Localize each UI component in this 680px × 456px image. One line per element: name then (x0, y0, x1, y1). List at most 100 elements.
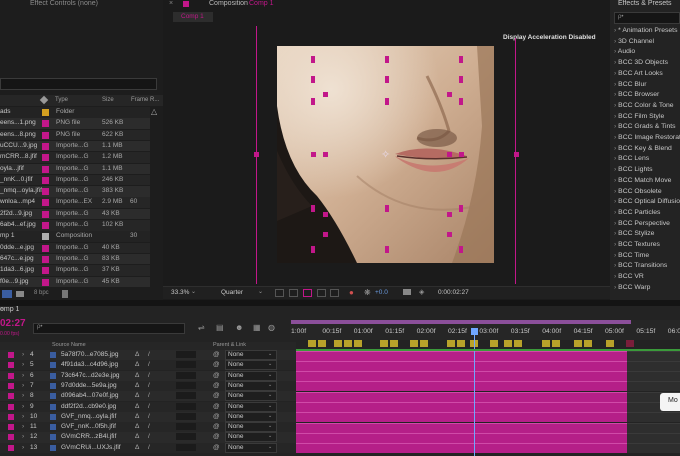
effect-controls-tab[interactable]: Effect Controls (none) (30, 0, 98, 7)
snapshot-icon[interactable] (403, 289, 411, 295)
chevron-right-icon[interactable]: › (22, 382, 24, 389)
layer-label-color[interactable] (8, 393, 14, 400)
transform-handle-point[interactable] (323, 212, 328, 217)
project-row[interactable]: 2f2d...9.jpg Importe...G 43 KB (0, 208, 150, 220)
layer-label-color[interactable] (8, 403, 14, 410)
project-row[interactable]: _nmq...oyla.jfif Importe...G 383 KB (0, 186, 150, 197)
effect-category[interactable]: › BCC Stylize (614, 230, 680, 237)
layer-label-color[interactable] (8, 372, 14, 379)
color-channel-icon[interactable]: ● (349, 288, 354, 297)
keyframe-marker[interactable] (514, 340, 522, 347)
timeline-timecode[interactable]: 02:27 (0, 318, 26, 329)
project-row[interactable]: wnloa...mp4 Importe...EX 2.9 MB 60 (0, 197, 150, 208)
quality-switch-icon[interactable]: / (148, 372, 150, 379)
effect-category[interactable]: › BCC VR (614, 273, 680, 280)
pickwhip-icon[interactable]: @ (213, 423, 220, 430)
effect-category[interactable]: › BCC Warp (614, 284, 680, 291)
layer-label-color[interactable] (8, 352, 14, 358)
effect-category[interactable]: › BCC Film Style (614, 113, 680, 120)
pickwhip-icon[interactable]: @ (213, 382, 220, 389)
transform-handle[interactable] (385, 56, 389, 63)
layer-source-name[interactable]: 5a78f70...e7085.jpg (61, 351, 118, 358)
comp-subtab[interactable]: Comp 1 (173, 12, 213, 22)
shy-switch-icon[interactable]: Δ (135, 351, 139, 358)
transform-handle[interactable] (459, 98, 463, 105)
mask-visibility-icon[interactable] (303, 289, 312, 297)
transform-handle-point[interactable] (323, 92, 328, 97)
keyframe-marker[interactable] (606, 340, 614, 347)
effect-category[interactable]: › BCC Art Looks (614, 70, 680, 77)
effect-category[interactable]: › BCC Blur (614, 81, 680, 88)
switches-box[interactable] (176, 371, 196, 379)
comp-flowchart-icon[interactable]: ⇌ (198, 323, 205, 332)
keyframe-marker[interactable] (626, 340, 634, 347)
quality-switch-icon[interactable]: / (148, 433, 150, 440)
shy-switch-icon[interactable]: Δ (135, 392, 139, 399)
transform-handle-point[interactable] (514, 152, 519, 157)
switches-box[interactable] (176, 381, 196, 389)
effect-category[interactable]: › BCC Obsolete (614, 188, 680, 195)
layer-row[interactable]: › 5 4f91da3...c4d96.jpg Δ / @ None ⌄ (0, 360, 296, 371)
timeline-tab[interactable]: omp 1 (0, 306, 19, 313)
keyframe-marker[interactable] (390, 340, 398, 347)
label-swatch[interactable] (42, 244, 49, 252)
transform-handle[interactable] (385, 246, 389, 253)
project-row[interactable]: 1da3...6.jpg Importe...G 37 KB (0, 265, 150, 276)
pickwhip-icon[interactable]: @ (213, 361, 220, 368)
shy-switch-icon[interactable]: Δ (135, 413, 139, 420)
quality-switch-icon[interactable]: / (148, 361, 150, 368)
project-search-bar[interactable] (0, 78, 157, 90)
label-swatch[interactable] (42, 188, 49, 196)
effects-search-input[interactable]: ρ• (614, 12, 680, 24)
layer-duration-bar[interactable] (296, 381, 627, 392)
work-area-bar[interactable] (291, 320, 631, 324)
viewer-timecode[interactable]: 0:00:02:27 (438, 289, 469, 296)
label-swatch[interactable] (42, 267, 49, 275)
effect-category[interactable]: › BCC Perspective (614, 220, 680, 227)
shy-switch-icon[interactable]: Δ (135, 444, 139, 451)
shy-icon[interactable]: ☻ (235, 323, 243, 332)
project-row[interactable]: mCRR...8.jfif Importe...G 1.2 MB (0, 152, 150, 163)
keyframe-marker[interactable] (574, 340, 582, 347)
switches-box[interactable] (176, 361, 196, 369)
layer-row[interactable]: › 7 97d0dde...5e9a.jpg Δ / @ None ⌄ (0, 380, 296, 392)
effect-category[interactable]: › Audio (614, 48, 680, 55)
effect-category[interactable]: › BCC Textures (614, 241, 680, 248)
switches-box[interactable] (176, 402, 196, 410)
chevron-right-icon[interactable]: › (22, 372, 24, 379)
trash-icon[interactable] (62, 290, 68, 298)
layer-duration-bar[interactable] (296, 391, 627, 402)
effect-category[interactable]: › * Animation Presets (614, 27, 680, 34)
shy-switch-icon[interactable]: Δ (135, 433, 139, 440)
layer-duration-bar[interactable] (296, 360, 627, 371)
quality-switch-icon[interactable]: / (148, 351, 150, 358)
keyframe-marker[interactable] (318, 340, 326, 347)
label-swatch[interactable] (42, 131, 49, 139)
pickwhip-icon[interactable]: @ (213, 351, 220, 358)
pickwhip-icon[interactable]: @ (213, 392, 220, 399)
pickwhip-icon[interactable]: @ (213, 413, 220, 420)
transform-handle-point[interactable] (254, 152, 259, 157)
transform-handle[interactable] (385, 98, 389, 105)
project-row[interactable]: ads Folder (0, 107, 150, 118)
effect-category[interactable]: › BCC Lens (614, 155, 680, 162)
quality-switch-icon[interactable]: / (148, 403, 150, 410)
bpc-label[interactable]: 8 bpc (34, 290, 49, 296)
layer-source-name[interactable]: GVF_nmq...oyla.jfif (61, 413, 116, 420)
layer-source-name[interactable]: GVF_nnK...0f5h.jfif (61, 423, 116, 430)
pickwhip-icon[interactable]: @ (213, 403, 220, 410)
draft-3d-icon[interactable]: ▤ (216, 323, 224, 332)
effect-category[interactable]: › BCC Time (614, 252, 680, 259)
layer-duration-bar[interactable] (296, 402, 627, 412)
effect-category[interactable]: › BCC Optical Diffusio (614, 198, 680, 205)
keyframe-marker[interactable] (504, 340, 512, 347)
switches-box[interactable] (176, 443, 196, 451)
effect-category[interactable]: › BCC Lights (614, 166, 680, 173)
label-swatch[interactable] (42, 210, 49, 218)
shy-switch-icon[interactable]: Δ (135, 361, 139, 368)
layer-source-name[interactable]: GVmCRUi...UXJs.jfif (61, 444, 121, 451)
switches-box[interactable] (176, 412, 196, 420)
label-swatch[interactable] (42, 222, 49, 229)
shy-switch-icon[interactable]: Δ (135, 423, 139, 430)
layer-duration-bar[interactable] (296, 350, 627, 361)
